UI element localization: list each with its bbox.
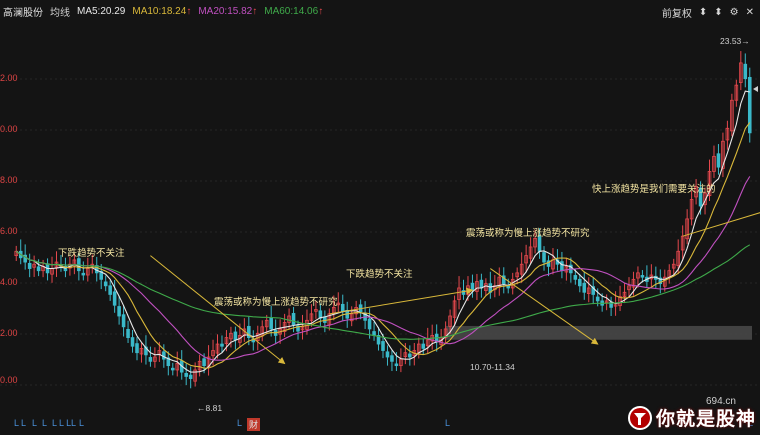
annotation-consolidation-1: 震荡或称为慢上涨趋势不研究 — [214, 297, 338, 308]
ma20-value: MA20:15.82↑ — [198, 5, 258, 17]
candle — [108, 285, 112, 295]
event-marker[interactable]: L — [42, 418, 47, 428]
y-label-5: 4.00 — [0, 277, 18, 287]
kline-chart[interactable] — [0, 22, 760, 418]
candle — [573, 275, 578, 280]
ma60-value: MA60:14.06↑ — [264, 5, 324, 17]
candle — [202, 358, 206, 367]
event-marker[interactable]: L — [32, 418, 37, 428]
candle — [170, 367, 175, 371]
y-label-2: 0.00 — [0, 124, 18, 134]
candle — [126, 328, 130, 338]
candle — [188, 374, 193, 379]
candle — [381, 341, 385, 351]
candle — [542, 252, 546, 263]
candle — [112, 291, 117, 306]
stock-name: 高澜股份 — [3, 7, 43, 19]
candle — [385, 351, 390, 358]
candle — [578, 278, 582, 287]
ma20-arrow: ↑ — [252, 5, 258, 17]
support-range-label: 10.70-11.34 — [470, 362, 515, 372]
candle — [36, 266, 41, 272]
ma-toggle[interactable]: 均线 — [50, 4, 70, 19]
candle — [560, 261, 564, 272]
candle — [421, 343, 426, 349]
candle — [220, 343, 224, 347]
chart-toolbar: 前复权 ⬍ ⬍ ⚙ ✕ — [662, 5, 754, 20]
ma10-arrow: ↑ — [186, 5, 192, 17]
candle — [233, 331, 238, 341]
candle — [367, 318, 372, 330]
candle — [470, 282, 475, 291]
candle — [162, 351, 166, 360]
scale-down-icon[interactable]: ⬍ — [714, 7, 722, 18]
event-marker[interactable]: L — [79, 418, 84, 428]
candle — [27, 262, 32, 269]
annotation-consolidation-2: 震荡或称为慢上涨趋势不研究 — [466, 228, 590, 239]
candle — [372, 331, 376, 336]
candle — [130, 337, 135, 347]
candle — [184, 373, 188, 377]
candle — [81, 272, 86, 276]
candle — [291, 313, 296, 326]
candle — [506, 285, 511, 289]
support-band — [445, 325, 752, 340]
low-price-label: ←8.81 — [197, 403, 223, 413]
watermark: 你就是股神 — [627, 404, 756, 431]
candle — [390, 355, 394, 362]
ma60-arrow: ↑ — [318, 5, 324, 17]
trend-arrow — [682, 212, 760, 237]
candle — [394, 363, 399, 367]
candle — [743, 63, 748, 80]
y-label-7: 0.00 — [0, 375, 18, 385]
watermark-logo-icon — [627, 405, 652, 430]
settings-icon[interactable]: ⚙ — [730, 7, 739, 18]
candle — [269, 317, 273, 330]
y-label-6: 2.00 — [0, 328, 18, 338]
adjust-price-button[interactable]: 前复权 — [662, 5, 692, 20]
event-marker[interactable]: L — [14, 418, 19, 428]
candle — [408, 353, 412, 358]
event-marker[interactable]: L — [237, 418, 242, 428]
candle — [117, 306, 121, 317]
y-label-4: 6.00 — [0, 226, 18, 236]
scale-up-icon[interactable]: ⬍ — [699, 7, 707, 18]
candle — [135, 343, 139, 354]
candle — [595, 296, 600, 302]
trend-arrow — [329, 287, 474, 315]
indicator-bar: 高澜股份 均线 MA5:20.29 MA10:18.24↑ MA20:15.82… — [0, 0, 760, 22]
event-marker[interactable]: L — [52, 418, 57, 428]
candle — [103, 281, 108, 287]
candle — [148, 357, 153, 362]
candle — [121, 314, 126, 328]
ma10-value: MA10:18.24↑ — [132, 5, 192, 17]
event-marker[interactable]: L — [21, 418, 26, 428]
y-label-1: 2.00 — [0, 73, 18, 83]
ma5-value: MA5:20.29 — [77, 5, 126, 17]
candle — [340, 303, 345, 313]
event-marker[interactable]: L L — [59, 418, 71, 428]
y-label-3: 8.00 — [0, 175, 18, 185]
candle — [479, 279, 484, 289]
annotation-downtrend-1: 下跌趋势不关注 — [58, 248, 125, 259]
finance-marker[interactable]: 财 — [247, 418, 261, 431]
candle — [323, 316, 327, 323]
current-price-marker — [753, 86, 758, 92]
annotation-downtrend-2: 下跌趋势不关注 — [346, 269, 413, 280]
candle — [582, 282, 587, 293]
close-icon[interactable]: ✕ — [746, 7, 754, 18]
event-marker[interactable]: L — [71, 418, 76, 428]
annotation-fast-uptrend: 快上涨趋势是我们需要关注的 — [592, 184, 716, 195]
peak-price-label: 23.53→ — [720, 36, 750, 46]
watermark-text: 你就是股神 — [655, 409, 756, 430]
candle — [716, 153, 721, 168]
candle — [640, 275, 645, 278]
event-marker[interactable]: L — [445, 418, 450, 428]
